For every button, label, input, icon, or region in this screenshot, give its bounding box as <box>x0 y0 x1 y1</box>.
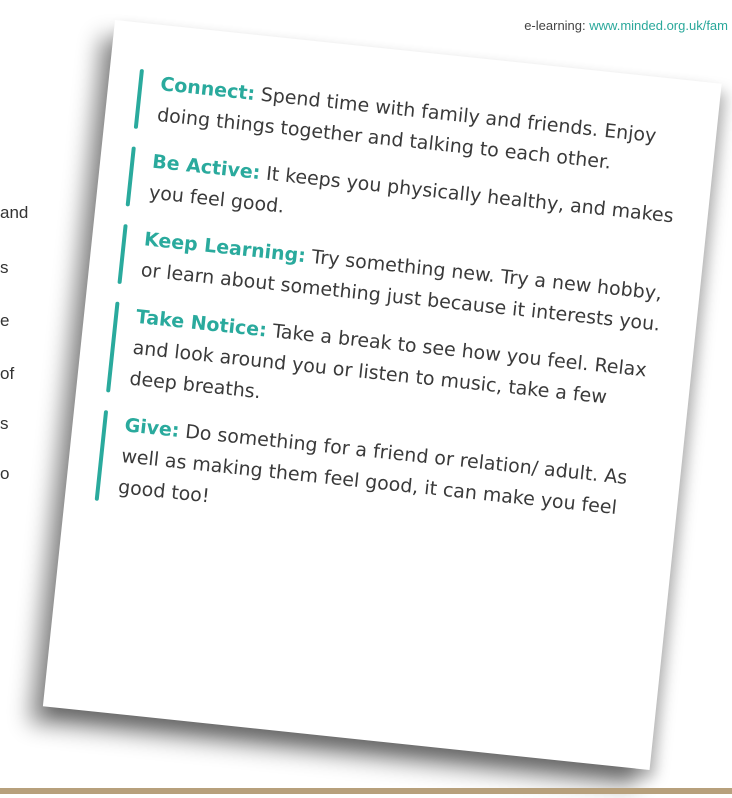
accent-bar <box>94 410 109 501</box>
caption-prefix: e-learning: <box>524 18 586 33</box>
accent-bar <box>117 224 128 285</box>
background-word: and <box>0 203 29 222</box>
background-word: e <box>0 311 10 330</box>
tip-heading: Be Active: <box>151 150 262 184</box>
minded-link[interactable]: www.minded.org.uk/fam <box>589 18 728 33</box>
background-word: of <box>0 364 15 383</box>
tip-heading: Connect: <box>159 73 257 105</box>
background-word: s <box>0 414 9 433</box>
accent-bar <box>133 68 145 129</box>
tip-heading: Give: <box>123 414 181 442</box>
accent-bar <box>106 301 120 393</box>
wellbeing-tips-card: Connect: Spend time with family and frie… <box>42 20 722 770</box>
e-learning-caption: e-learning: www.minded.org.uk/fam <box>524 18 728 33</box>
background-word: o <box>0 464 10 483</box>
tip-heading: Take Notice: <box>134 305 268 342</box>
accent-bar <box>125 146 136 207</box>
background-word: s <box>0 258 9 277</box>
bottom-divider <box>0 788 732 794</box>
